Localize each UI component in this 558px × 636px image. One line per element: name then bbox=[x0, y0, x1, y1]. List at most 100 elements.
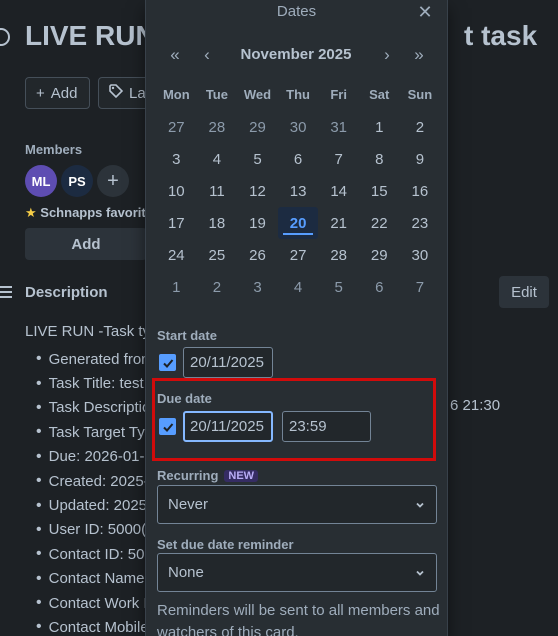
chevron-down-icon bbox=[416, 502, 424, 508]
calendar-day[interactable]: 1 bbox=[156, 271, 197, 303]
description-list-item: Task Target Ty bbox=[36, 420, 154, 444]
checkmark-icon bbox=[162, 358, 173, 368]
calendar-day[interactable]: 16 bbox=[400, 175, 441, 207]
add-member-button[interactable]: + bbox=[97, 165, 129, 197]
calendar-day[interactable]: 30 bbox=[400, 239, 441, 271]
calendar-day[interactable]: 1 bbox=[359, 111, 400, 143]
calendar-day[interactable]: 8 bbox=[359, 143, 400, 175]
weekday-label: Fri bbox=[330, 87, 347, 102]
calendar-day[interactable]: 15 bbox=[359, 175, 400, 207]
weekday-label: Mon bbox=[162, 87, 190, 102]
start-date-checkbox[interactable] bbox=[159, 354, 176, 371]
description-list-item: Task Title: test bbox=[36, 371, 154, 395]
add-field-button[interactable]: Add bbox=[25, 228, 147, 260]
start-date-input[interactable] bbox=[183, 347, 273, 378]
start-date-label: Start date bbox=[157, 328, 217, 343]
description-icon bbox=[0, 286, 12, 301]
recurring-select[interactable]: Never bbox=[157, 485, 437, 524]
calendar-day[interactable]: 10 bbox=[156, 175, 197, 207]
close-icon[interactable]: ✕ bbox=[412, 0, 438, 24]
calendar-day[interactable]: 5 bbox=[318, 271, 359, 303]
edit-description-button[interactable]: Edit bbox=[499, 276, 549, 308]
reminder-select[interactable]: None bbox=[157, 553, 437, 592]
add-button-label: Add bbox=[50, 84, 78, 102]
recurring-label-text: Recurring bbox=[157, 468, 219, 483]
description-list-item: Contact Mobile bbox=[36, 615, 154, 636]
card-title[interactable]: LIVE RUN bbox=[25, 20, 156, 52]
due-time-input[interactable] bbox=[282, 411, 371, 442]
due-date-label: Due date bbox=[157, 391, 212, 406]
dates-popover: Dates ✕ « ‹ November 2025 › » Mon Tue Wed T… bbox=[145, 0, 448, 636]
avatar[interactable]: PS bbox=[61, 165, 93, 197]
calendar-day[interactable]: 2 bbox=[400, 111, 441, 143]
calendar-day[interactable]: 19 bbox=[237, 207, 278, 239]
description-list-item: User ID: 5000( bbox=[36, 518, 154, 542]
calendar-day[interactable]: 3 bbox=[156, 143, 197, 175]
calendar-day[interactable]: 9 bbox=[400, 143, 441, 175]
recurring-value: Never bbox=[168, 496, 209, 513]
description-list-item: Contact ID: 50 bbox=[36, 542, 154, 566]
weekday-label: Wed bbox=[243, 87, 272, 102]
calendar-day[interactable]: 12 bbox=[237, 175, 278, 207]
chevron-down-icon bbox=[416, 570, 424, 576]
tag-icon bbox=[109, 84, 124, 102]
calendar-day[interactable]: 30 bbox=[278, 111, 319, 143]
weekday-label: Tue bbox=[205, 87, 228, 102]
calendar-day[interactable]: 23 bbox=[400, 207, 441, 239]
description-list-item: Contact Name: bbox=[36, 567, 154, 591]
calendar-day[interactable]: 6 bbox=[278, 143, 319, 175]
calendar-day[interactable]: 7 bbox=[400, 271, 441, 303]
calendar-day[interactable]: 21 bbox=[318, 207, 359, 239]
popover-title: Dates bbox=[276, 3, 317, 20]
calendar-day[interactable]: 5 bbox=[237, 143, 278, 175]
calendar-day[interactable]: 27 bbox=[278, 239, 319, 271]
calendar-day[interactable]: 24 bbox=[156, 239, 197, 271]
calendar-day[interactable]: 7 bbox=[318, 143, 359, 175]
reminder-value: None bbox=[168, 564, 204, 581]
calendar-day[interactable]: 28 bbox=[197, 111, 238, 143]
side-time-text: 6 21:30 bbox=[450, 397, 501, 414]
description-list-item: Updated: 2025 bbox=[36, 493, 154, 517]
description-heading: Description bbox=[25, 284, 108, 301]
recurring-label: Recurring NEW bbox=[157, 468, 259, 483]
due-date-checkbox[interactable] bbox=[159, 418, 176, 435]
card-title-tail[interactable]: t task bbox=[464, 20, 537, 52]
calendar-day[interactable]: 17 bbox=[156, 207, 197, 239]
calendar-day[interactable]: 6 bbox=[359, 271, 400, 303]
previous-year-button[interactable]: « bbox=[164, 44, 186, 66]
next-month-button[interactable]: › bbox=[376, 44, 398, 66]
description-list-item: Task Descriptio bbox=[36, 396, 154, 420]
next-year-button[interactable]: » bbox=[408, 44, 430, 66]
complete-circle-icon[interactable] bbox=[0, 28, 10, 46]
calendar-day[interactable]: 29 bbox=[359, 239, 400, 271]
calendar-day[interactable]: 27 bbox=[156, 111, 197, 143]
calendar-day[interactable]: 2 bbox=[197, 271, 238, 303]
calendar-day[interactable]: 22 bbox=[359, 207, 400, 239]
avatar[interactable]: ML bbox=[25, 165, 57, 197]
calendar-grid: 27 28 29 30 31 1 2 3 4 5 6 7 8 9 10 11 12 13 14 15 16 17 18 19 2… bbox=[156, 111, 440, 303]
previous-month-button[interactable]: ‹ bbox=[196, 44, 218, 66]
add-button[interactable]: + Add bbox=[25, 77, 90, 109]
due-date-input[interactable] bbox=[183, 411, 273, 442]
checkmark-icon bbox=[162, 422, 173, 432]
calendar-day[interactable]: 18 bbox=[197, 207, 238, 239]
calendar-day[interactable]: 11 bbox=[197, 175, 238, 207]
calendar-day[interactable]: 3 bbox=[237, 271, 278, 303]
calendar-day[interactable]: 29 bbox=[237, 111, 278, 143]
calendar-day[interactable]: 31 bbox=[318, 111, 359, 143]
plus-icon: + bbox=[36, 84, 45, 102]
description-list-item: Due: 2026-01- bbox=[36, 445, 154, 469]
calendar-day[interactable]: 25 bbox=[197, 239, 238, 271]
description-intro: LIVE RUN -Task ty bbox=[25, 323, 151, 340]
calendar-day-selected[interactable]: 20 bbox=[277, 207, 319, 239]
calendar-day[interactable]: 4 bbox=[197, 143, 238, 175]
month-label: November 2025 bbox=[240, 46, 352, 63]
calendar-day[interactable]: 4 bbox=[278, 271, 319, 303]
calendar-day[interactable]: 26 bbox=[237, 239, 278, 271]
calendar-day[interactable]: 14 bbox=[318, 175, 359, 207]
reminder-label: Set due date reminder bbox=[157, 537, 294, 552]
description-list-item: Created: 2025- bbox=[36, 469, 154, 493]
calendar-day[interactable]: 28 bbox=[318, 239, 359, 271]
calendar-day[interactable]: 13 bbox=[278, 175, 319, 207]
custom-field-line: ★ Schnapps favorite bbox=[25, 205, 153, 221]
